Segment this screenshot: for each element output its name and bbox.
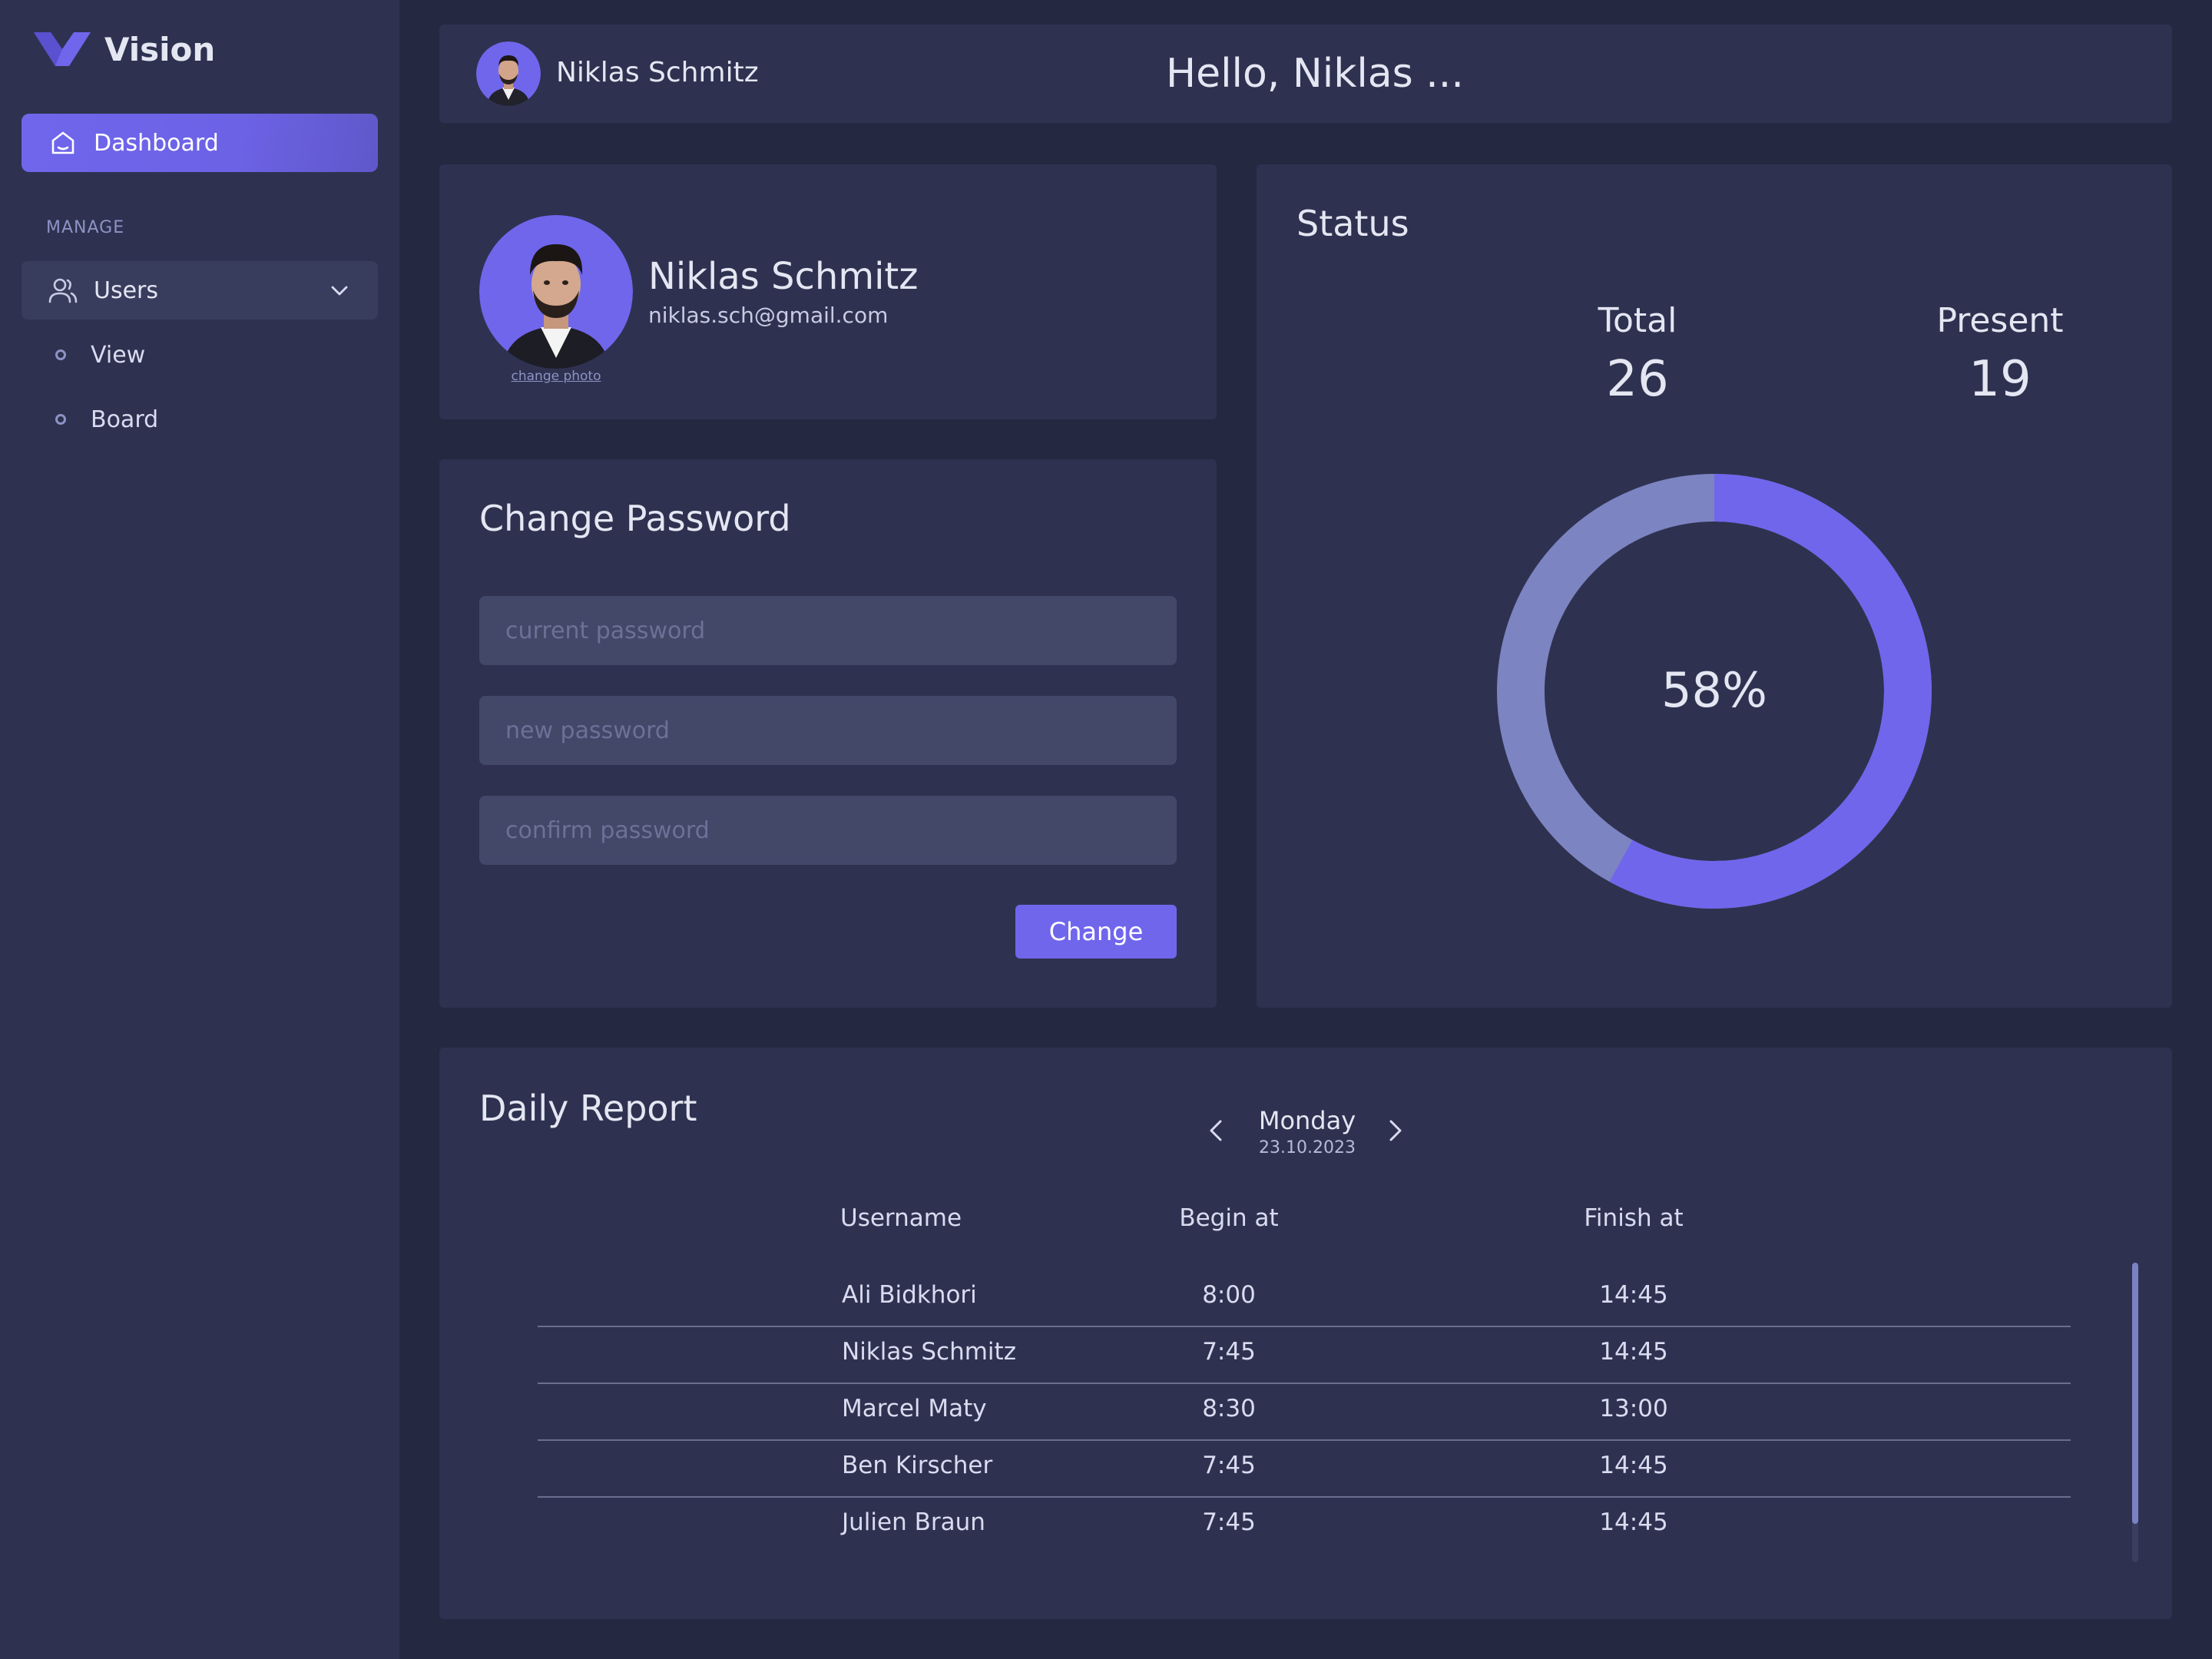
sidebar-item-label: Users xyxy=(94,276,159,304)
column-header-finish[interactable]: Finish at xyxy=(1561,1204,1707,1232)
sidebar-subitem-label: Board xyxy=(91,406,159,433)
daily-report-card: Daily Report Monday 23.10.2023 Username … xyxy=(439,1048,2172,1619)
profile-email: niklas.sch@gmail.com xyxy=(648,303,889,328)
total-value: 26 xyxy=(1606,351,1669,408)
status-present: Present 19 xyxy=(1885,301,2115,408)
avatar-image xyxy=(479,215,633,369)
donut-percent-label: 58% xyxy=(1661,662,1767,718)
cell-finish: 13:00 xyxy=(1599,1395,1668,1422)
cell-finish: 14:45 xyxy=(1599,1452,1668,1479)
brand-name: Vision xyxy=(104,30,216,68)
header-user-name: Niklas Schmitz xyxy=(556,57,759,88)
cell-begin: 8:00 xyxy=(1202,1281,1256,1309)
change-password-button[interactable]: Change xyxy=(1015,905,1177,959)
column-header-begin[interactable]: Begin at xyxy=(1156,1204,1302,1232)
users-icon xyxy=(48,278,78,303)
section-label-manage: MANAGE xyxy=(46,218,125,237)
status-title: Status xyxy=(1296,203,1409,244)
vision-logo-icon xyxy=(34,32,91,66)
sidebar-subitem-board[interactable]: Board xyxy=(55,400,158,439)
cell-finish: 14:45 xyxy=(1599,1338,1668,1366)
table-row[interactable]: Marcel Maty 8:30 13:00 xyxy=(538,1384,2071,1441)
profile-card: change photo Niklas Schmitz niklas.sch@g… xyxy=(439,164,1217,419)
sidebar-item-dashboard[interactable]: Dashboard xyxy=(22,114,378,172)
daily-report-title: Daily Report xyxy=(479,1088,697,1129)
current-password-input[interactable] xyxy=(479,596,1177,665)
avatar-image xyxy=(476,41,541,106)
sidebar-subitem-view[interactable]: View xyxy=(55,336,145,374)
report-day: Monday xyxy=(1258,1106,1356,1135)
top-header: Niklas Schmitz Hello, Niklas ... xyxy=(439,25,2172,123)
attendance-donut-chart: 58% xyxy=(1497,474,1932,909)
status-card: Status Total 26 Present 19 58% xyxy=(1257,164,2172,1008)
cell-username: Niklas Schmitz xyxy=(842,1338,1016,1366)
chevron-left-icon[interactable] xyxy=(1203,1117,1230,1144)
change-password-title: Change Password xyxy=(479,498,791,539)
sidebar-item-label: Dashboard xyxy=(94,129,219,157)
change-photo-link[interactable]: change photo xyxy=(479,369,633,384)
app-root: Vision Dashboard MANAGE Users View Board… xyxy=(0,0,2212,1659)
table-row[interactable]: Niklas Schmitz 7:45 14:45 xyxy=(538,1327,2071,1384)
column-header-username[interactable]: Username xyxy=(840,1204,962,1232)
bullet-icon xyxy=(55,349,66,360)
profile-avatar[interactable] xyxy=(479,215,633,369)
change-password-card: Change Password Change xyxy=(439,459,1217,1008)
cell-username: Ben Kirscher xyxy=(842,1452,993,1479)
chevron-right-icon[interactable] xyxy=(1381,1117,1409,1144)
header-avatar[interactable] xyxy=(476,41,541,106)
table-row[interactable]: Julien Braun 7:45 14:45 xyxy=(538,1498,2071,1555)
brand[interactable]: Vision xyxy=(34,28,215,71)
cell-begin: 7:45 xyxy=(1202,1452,1256,1479)
table-scrollbar-thumb[interactable] xyxy=(2132,1263,2138,1524)
confirm-password-input[interactable] xyxy=(479,796,1177,865)
cell-username: Ali Bidkhori xyxy=(842,1281,977,1309)
sidebar: Vision Dashboard MANAGE Users View Board xyxy=(0,0,399,1659)
cell-username: Marcel Maty xyxy=(842,1395,987,1422)
report-date: 23.10.2023 xyxy=(1259,1138,1356,1157)
cell-begin: 8:30 xyxy=(1202,1395,1256,1422)
sidebar-item-users[interactable]: Users xyxy=(22,261,378,320)
table-row[interactable]: Ben Kirscher 7:45 14:45 xyxy=(538,1441,2071,1498)
chevron-down-icon[interactable] xyxy=(329,280,350,301)
cell-username: Julien Braun xyxy=(842,1508,985,1536)
present-value: 19 xyxy=(1969,351,2032,408)
greeting: Hello, Niklas ... xyxy=(1166,51,1464,97)
cell-begin: 7:45 xyxy=(1202,1338,1256,1366)
cell-finish: 14:45 xyxy=(1599,1281,1668,1309)
status-total: Total 26 xyxy=(1522,301,1753,408)
cell-begin: 7:45 xyxy=(1202,1508,1256,1536)
profile-name: Niklas Schmitz xyxy=(648,255,919,298)
home-icon xyxy=(51,131,75,154)
table-row[interactable]: Ali Bidkhori 8:00 14:45 xyxy=(538,1270,2071,1327)
cell-finish: 14:45 xyxy=(1599,1508,1668,1536)
sidebar-subitem-label: View xyxy=(91,341,146,369)
new-password-input[interactable] xyxy=(479,696,1177,765)
total-label: Total xyxy=(1598,301,1677,340)
present-label: Present xyxy=(1936,301,2064,340)
bullet-icon xyxy=(55,414,66,425)
